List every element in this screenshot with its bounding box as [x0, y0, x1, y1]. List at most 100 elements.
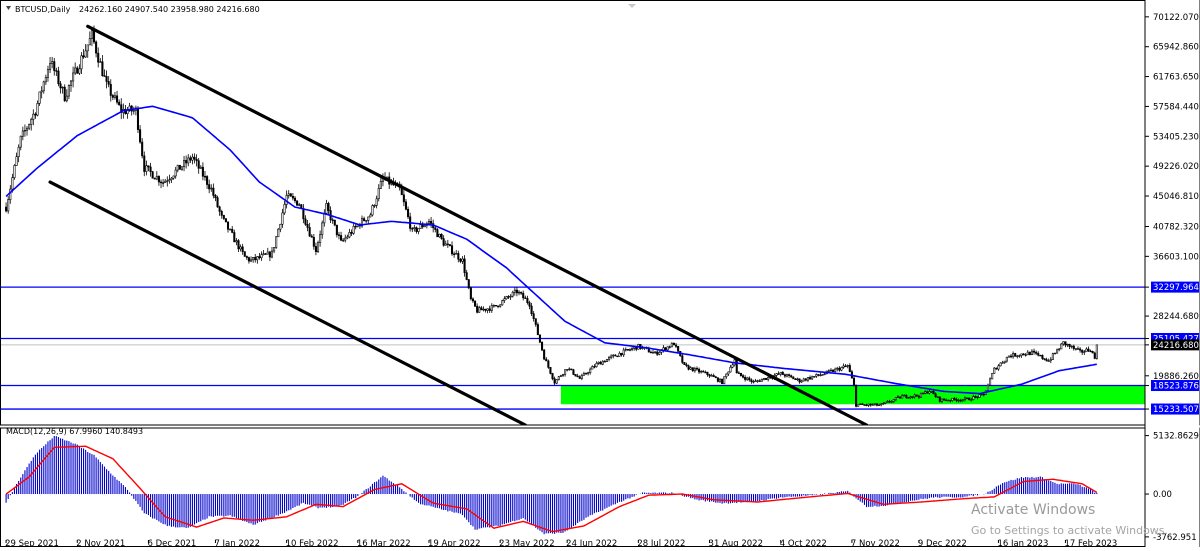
- candle-body: [63, 86, 66, 102]
- candle-body: [783, 374, 786, 377]
- candle-body: [871, 404, 874, 406]
- candle-body: [760, 379, 763, 382]
- candle-body: [281, 212, 284, 225]
- y-tick-label: 24216.680: [1153, 341, 1199, 351]
- candle-body: [712, 375, 715, 378]
- x-tick-label: 10 Feb 2022: [286, 539, 339, 547]
- candle-body: [1022, 353, 1025, 355]
- candle-body: [442, 238, 445, 246]
- candle-body: [348, 232, 351, 238]
- candle-body: [90, 30, 93, 39]
- candle-body: [545, 358, 548, 362]
- candle-body: [457, 253, 460, 260]
- candle-body: [298, 204, 301, 206]
- candle-body: [206, 176, 209, 185]
- candle-body: [938, 396, 941, 402]
- candle-body: [235, 240, 238, 243]
- candle-body: [612, 354, 615, 357]
- candle-body: [524, 297, 527, 299]
- candle-body: [229, 228, 232, 231]
- candle-body: [195, 158, 198, 162]
- candle-body: [507, 296, 510, 298]
- candle-body: [42, 81, 45, 92]
- candle-body: [497, 305, 500, 307]
- candle-body: [471, 298, 474, 302]
- candle-body: [273, 247, 276, 252]
- candle-body: [700, 370, 703, 373]
- candle-body: [76, 67, 79, 74]
- candle-body: [905, 394, 908, 398]
- candle-body: [1045, 359, 1048, 362]
- candle-body: [23, 129, 26, 132]
- macd-label: MACD(12,26,9) 67.9960 140.8493: [6, 427, 143, 436]
- candle-body: [155, 176, 158, 180]
- candle-body: [226, 221, 230, 230]
- candle-body: [846, 365, 849, 367]
- candle-body: [327, 203, 330, 211]
- candle-body: [312, 237, 315, 247]
- candle-body: [1043, 358, 1046, 360]
- candle-body: [201, 166, 204, 177]
- candle-body: [25, 127, 29, 131]
- candle-body: [241, 246, 244, 252]
- candle-body: [224, 218, 227, 223]
- candle-body: [243, 251, 246, 257]
- candle-body: [340, 235, 343, 241]
- candle-body: [354, 225, 357, 228]
- candle-body: [446, 243, 449, 246]
- candle-body: [474, 300, 477, 307]
- candle-body: [832, 369, 835, 372]
- candle-body: [779, 371, 782, 375]
- candle-body: [222, 215, 225, 219]
- candle-body: [469, 287, 472, 300]
- candle-body: [551, 373, 554, 380]
- candle-body: [852, 377, 856, 386]
- candle-body: [141, 141, 144, 157]
- candle-body: [823, 373, 826, 375]
- candle-body: [591, 366, 594, 370]
- candle-body: [185, 160, 188, 164]
- symbol-label: BTCUSD,Daily: [15, 5, 71, 14]
- candle-body: [689, 367, 692, 370]
- candle-body: [930, 391, 933, 393]
- candle-body: [1070, 345, 1073, 348]
- candle-body: [605, 358, 608, 363]
- trading-chart[interactable]: 70122.070 65942.860 61763.650 57584.440 5340…: [0, 0, 1200, 549]
- candle-body: [74, 67, 77, 74]
- candle-body: [1051, 353, 1054, 360]
- candle-body: [942, 398, 946, 401]
- candle-body: [616, 355, 619, 358]
- candle-body: [82, 55, 85, 58]
- candle-body: [574, 374, 577, 377]
- x-tick-label: 4 Oct 2022: [780, 539, 827, 547]
- candle-body: [1056, 349, 1059, 354]
- candle-body: [306, 224, 309, 228]
- candle-body: [894, 397, 897, 400]
- candle-body: [363, 218, 366, 222]
- candle-body: [509, 295, 512, 298]
- x-tick-label: 7 Jan 2022: [214, 539, 260, 547]
- candle-body: [796, 378, 799, 380]
- y-tick-label: 61763.650: [1153, 73, 1199, 83]
- candle-body: [811, 376, 814, 380]
- candle-body: [461, 258, 464, 262]
- candle-body: [656, 351, 659, 355]
- candle-body: [111, 95, 114, 98]
- candle-body: [379, 181, 382, 189]
- x-tick-label: 19 Apr 2022: [428, 539, 481, 547]
- candle-body: [561, 374, 565, 376]
- candle-body: [17, 146, 20, 157]
- candle-body: [331, 219, 334, 221]
- candle-body: [371, 205, 374, 216]
- candle-body: [695, 368, 699, 370]
- candle-body: [865, 404, 868, 406]
- candle-body: [1007, 355, 1010, 358]
- candle-body: [1037, 353, 1040, 356]
- candle-body: [698, 368, 701, 373]
- candle-body: [530, 305, 533, 315]
- candle-body: [955, 399, 958, 402]
- candle-body: [848, 365, 851, 372]
- candle-body: [976, 396, 979, 398]
- candle-body: [46, 69, 49, 78]
- candle-body: [1053, 352, 1057, 355]
